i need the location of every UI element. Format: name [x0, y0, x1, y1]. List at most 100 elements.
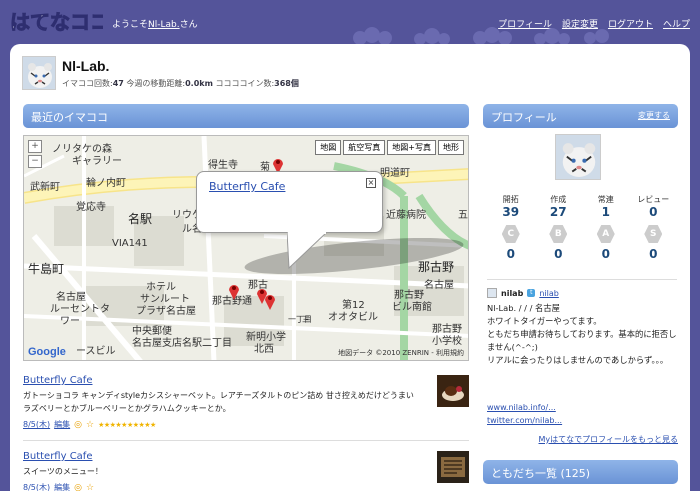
entry-body: ガトーショコラ キャンディstyleカシスシャーベット。レアチーズタルトのピン詰… [23, 391, 414, 413]
profile-links: www.nilab.info/... twitter.com/nilab... [487, 401, 562, 427]
badge-c-icon: C [501, 225, 520, 243]
zoom-out-button[interactable]: − [28, 155, 42, 168]
map-label: ビル南館 [392, 302, 432, 313]
profile-divider [487, 279, 677, 280]
map-marker-icon[interactable] [264, 292, 276, 310]
hatena-coco-logo[interactable]: はてなココ [8, 5, 104, 37]
map-label: プラザ名古屋 [136, 306, 196, 317]
entry-edit-link[interactable]: 編集 [54, 482, 70, 491]
entry-title-link[interactable]: Butterfly Cafe [23, 451, 469, 462]
badge-s: S0 [630, 221, 678, 261]
google-map[interactable]: + − 地図 航空写真 地図+写真 地形 ノリタケの森 ギャラリー 武新町 輪ノ… [23, 135, 469, 361]
map-type-hybrid-button[interactable]: 地図+写真 [387, 140, 436, 155]
map-label: ルーセントタ [50, 304, 110, 315]
coin-label: ココココイン数: [215, 79, 275, 88]
header-clouds-decoration [353, 27, 609, 44]
welcome-message: ようこそNl-Lab.さん [112, 17, 198, 30]
edit-profile-link[interactable]: 変更する [638, 110, 670, 121]
recent-imacoco-header: 最近のイマココ [23, 104, 469, 128]
map-type-terrain-button[interactable]: 地形 [438, 140, 464, 155]
map-label: 輪ノ内町 [86, 178, 126, 189]
entry-edit-link[interactable]: 編集 [54, 419, 70, 430]
map-label: 覚応寺 [76, 202, 106, 213]
welcome-prefix: ようこそ [112, 20, 149, 30]
entry-title-link[interactable]: Butterfly Cafe [23, 375, 469, 386]
badge-value: 0 [554, 247, 563, 261]
info-window-tail-icon [287, 232, 327, 270]
profile-desc-line: ホワイトタイガーやってます。 [487, 316, 602, 326]
map-type-buttons: 地図 航空写真 地図+写真 地形 [315, 140, 464, 155]
map-copyright[interactable]: 地図データ ©2010 ZENRIN - 利用規約 [338, 348, 464, 358]
entry-date-link[interactable]: 8/5(木) [23, 482, 50, 491]
badge-c: C0 [487, 221, 535, 261]
google-logo[interactable]: Google [28, 346, 66, 358]
stat-create: 作成 27 [535, 194, 583, 219]
map-label: ースビル [76, 346, 116, 357]
add-star-icon[interactable]: ☆ [86, 420, 94, 430]
map-label: 武新町 [30, 182, 60, 193]
profile-avatar[interactable] [555, 134, 601, 180]
badge-s-icon: S [644, 225, 663, 243]
white-tiger-avatar-icon [23, 57, 55, 89]
map-label: ワー [60, 316, 80, 327]
stat-value: 27 [549, 205, 567, 219]
stat-label: 開拓 [502, 195, 519, 204]
map-zoom-control: + − [28, 140, 42, 170]
cake-photo-icon [437, 375, 469, 407]
map-label: 近藤病院 [386, 210, 426, 221]
profile-desc-line: リアルに会ったりはしませんのであしからず。。。 [487, 355, 669, 365]
stat-label: 常連 [597, 195, 614, 204]
map-marker-icon[interactable] [228, 282, 240, 300]
stars: ★★★★★★★★★★ [98, 420, 156, 429]
recent-section-title: 最近のイマココ [31, 111, 108, 124]
stat-review: レビュー 0 [630, 194, 678, 219]
badge-a: A0 [582, 221, 630, 261]
map-label: VIA141 [112, 238, 148, 249]
nav-help-link[interactable]: ヘルプ [663, 17, 690, 30]
map-label: 明道町 [380, 168, 410, 179]
comment-icon[interactable]: ◎ [74, 483, 82, 491]
map-label: 小学校 [432, 336, 462, 347]
profile-stats-line: イマココ回数:47 今週の移動距離:0.0km ココココイン数:368個 [62, 78, 299, 89]
hatena-id[interactable]: nilab [501, 289, 523, 298]
zoom-in-button[interactable]: + [28, 140, 42, 153]
welcome-suffix: さん [179, 20, 198, 30]
twitter-id-link[interactable]: nilab [539, 289, 559, 298]
info-window-title-link[interactable]: Butterfly Cafe [209, 180, 285, 193]
badge-a-icon: A [596, 225, 615, 243]
badge-value: 0 [601, 247, 610, 261]
website-link[interactable]: www.nilab.info/... [487, 401, 562, 414]
map-info-window: Butterfly Cafe × [196, 171, 383, 270]
entry-date-link[interactable]: 8/5(木) [23, 419, 50, 430]
stat-label: 作成 [550, 195, 567, 204]
coin-value: 368個 [274, 79, 299, 88]
mini-avatar-icon [487, 288, 497, 298]
entry-meta: 8/5(木) 編集 ◎ ☆ ★★★★★★★★★★ [23, 419, 469, 430]
close-icon[interactable]: × [366, 178, 376, 188]
stat-regular: 常連 1 [582, 194, 630, 219]
add-star-icon[interactable]: ☆ [86, 483, 94, 491]
more-profile-link[interactable]: Myはてなでプロフィールをもっと見る [539, 434, 678, 445]
entry-thumbnail[interactable] [437, 451, 469, 483]
nav-logout-link[interactable]: ログアウト [608, 17, 653, 30]
friends-section-title: ともだち一覧 (125) [491, 467, 591, 480]
distance-label: 今週の移動距離: [126, 79, 186, 88]
map-label: 北西 [254, 344, 274, 355]
profile-desc-line: ともだち申請お待ちしております。基本的に拒否しません(^-^;) [487, 329, 677, 352]
map-type-map-button[interactable]: 地図 [315, 140, 342, 155]
entry-thumbnail[interactable] [437, 375, 469, 407]
friends-section-header[interactable]: ともだち一覧 (125) [483, 460, 678, 484]
twitter-icon: t [527, 289, 536, 297]
welcome-user-link[interactable]: Nl-Lab. [148, 20, 180, 30]
twitter-link[interactable]: twitter.com/nilab... [487, 414, 562, 427]
profile-section-header: プロフィール 変更する [483, 104, 678, 128]
imacoco-count-label: イマココ回数: [62, 79, 113, 88]
avatar[interactable] [22, 56, 56, 90]
map-label: 名古屋支店 [132, 338, 182, 349]
map-label: 那古野 [418, 260, 455, 274]
entry-body: スイーツのメニュー！ [23, 467, 103, 476]
stat-value: 0 [649, 205, 658, 219]
map-type-satellite-button[interactable]: 航空写真 [343, 140, 386, 155]
comment-icon[interactable]: ◎ [74, 420, 82, 430]
profile-desc-line: Nl-Lab. / / / 名古屋 [487, 303, 560, 313]
